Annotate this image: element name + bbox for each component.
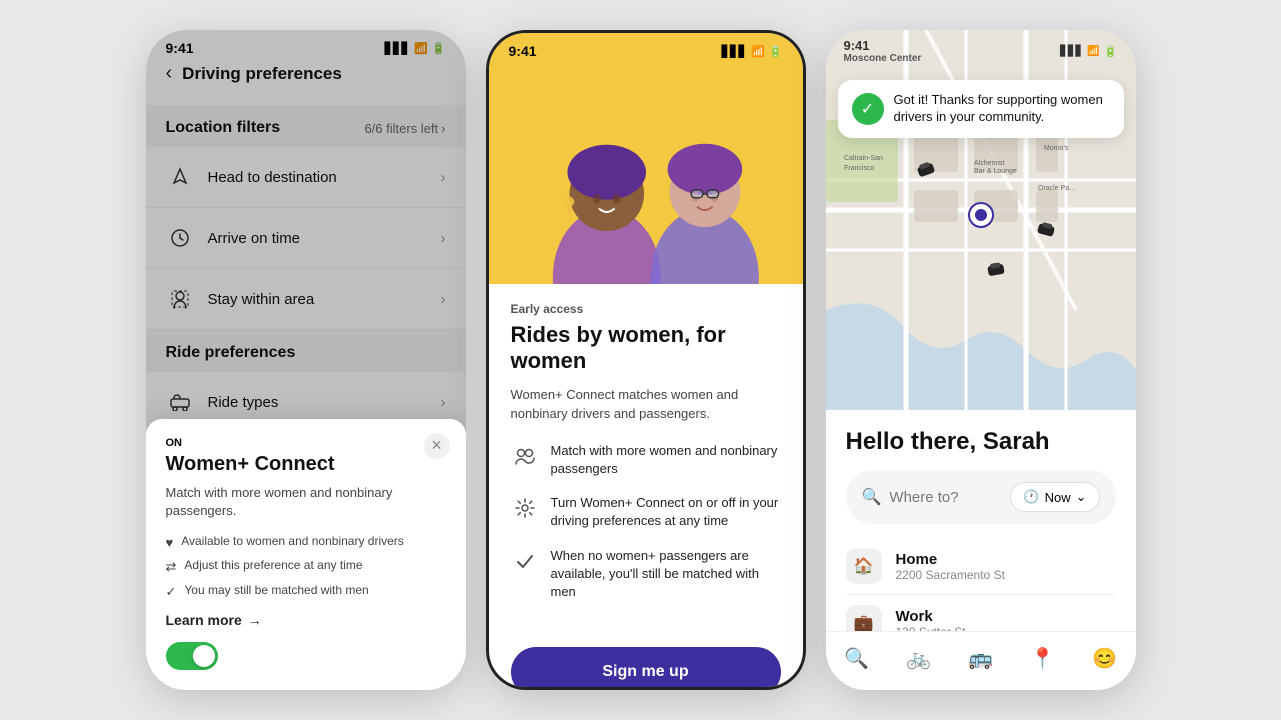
search-placeholder: Where to?	[889, 489, 1002, 506]
map-section: 9:41 Moscone Center ▋▋▋📶🔋	[826, 30, 1136, 410]
check-icon: ✓	[166, 584, 177, 600]
sheet-title: Women+ Connect	[166, 453, 446, 476]
phone-1: 9:41 ▋▋▋📶🔋 ‹ Driving preferences Locatio…	[146, 30, 466, 690]
nav-bike[interactable]: 🚲	[897, 642, 941, 674]
phone-2: 9:41 ▋▋▋📶🔋	[486, 30, 806, 690]
time-label: Now	[1045, 490, 1071, 505]
feature-item-1: Match with more women and nonbinary pass…	[511, 442, 781, 478]
svg-text:Alchemist: Alchemist	[974, 160, 1004, 167]
learn-more-link[interactable]: Learn more →	[166, 612, 446, 628]
phone-3: 9:41 Moscone Center ▋▋▋📶🔋	[826, 30, 1136, 690]
search-icon: 🔍	[862, 487, 882, 507]
toast-text: Got it! Thanks for supporting women driv…	[894, 92, 1110, 126]
greeting: Hello there, Sarah	[846, 428, 1116, 456]
bullet-1: ♥ Available to women and nonbinary drive…	[166, 534, 446, 550]
svg-text:Bar & Lounge: Bar & Lounge	[974, 168, 1017, 175]
women-connect-sheet: × ON Women+ Connect Match with more wome…	[146, 419, 466, 690]
svg-text:Oracle Pa...: Oracle Pa...	[1038, 185, 1075, 192]
feature-content: Early access Rides by women, for women W…	[489, 284, 803, 635]
search-row[interactable]: 🔍 Where to? 🕐 Now ⌄	[846, 470, 1116, 524]
hero-section	[489, 64, 803, 284]
on-label: ON	[166, 437, 446, 449]
bullet-3: ✓ You may still be matched with men	[166, 583, 446, 600]
close-button[interactable]: ×	[424, 433, 450, 459]
success-toast: ✓ Got it! Thanks for supporting women dr…	[838, 80, 1124, 138]
status-icons-3: ▋▋▋📶🔋	[1060, 45, 1117, 58]
bottom-nav: 🔍 🚲 🚌 📍 😊	[826, 631, 1136, 690]
status-time-3: 9:41	[844, 38, 922, 53]
success-icon: ✓	[852, 93, 884, 125]
heart-icon: ♥	[166, 535, 174, 550]
checkmark-icon	[511, 547, 539, 575]
svg-text:Momo's: Momo's	[1044, 145, 1069, 152]
clock-icon: 🕐	[1023, 489, 1039, 505]
toggle-knob	[193, 645, 215, 667]
nav-profile[interactable]: 😊	[1083, 642, 1127, 674]
nav-search[interactable]: 🔍	[835, 642, 879, 674]
feature-item-3: When no women+ passengers are available,…	[511, 547, 781, 602]
sheet-desc: Match with more women and nonbinary pass…	[166, 484, 446, 520]
settings-icon	[511, 494, 539, 522]
sign-me-up-button[interactable]: Sign me up	[511, 647, 781, 690]
status-time-2: 9:41	[509, 43, 537, 59]
status-icons-2: ▋▋▋📶🔋	[722, 45, 783, 58]
dest-name: Home	[896, 551, 1005, 568]
destination-home[interactable]: 🏠 Home 2200 Sacramento St	[846, 538, 1116, 595]
time-pill[interactable]: 🕐 Now ⌄	[1010, 482, 1099, 512]
toggle-row	[166, 642, 446, 670]
feature-title: Rides by women, for women	[511, 322, 781, 375]
adjust-icon: ⇄	[166, 559, 177, 575]
home-icon: 🏠	[846, 548, 882, 584]
feature-text-2: Turn Women+ Connect on or off in your dr…	[551, 494, 781, 530]
match-icon	[511, 442, 539, 470]
svg-text:Francisco: Francisco	[844, 165, 874, 172]
feature-desc: Women+ Connect matches women and nonbina…	[511, 385, 781, 424]
feature-item-2: Turn Women+ Connect on or off in your dr…	[511, 494, 781, 530]
action-buttons: Sign me up No thanks	[489, 635, 803, 690]
dest-address: 2200 Sacramento St	[896, 568, 1005, 582]
women-connect-toggle[interactable]	[166, 642, 218, 670]
feature-text-1: Match with more women and nonbinary pass…	[551, 442, 781, 478]
early-access-label: Early access	[511, 302, 781, 316]
location-label: Moscone Center	[844, 53, 922, 64]
arrow-icon: →	[248, 612, 262, 628]
chevron-down-icon: ⌄	[1076, 489, 1087, 505]
nav-pin[interactable]: 📍	[1021, 642, 1065, 674]
dest-name: Work	[896, 608, 966, 625]
feature-text-3: When no women+ passengers are available,…	[551, 547, 781, 602]
svg-text:Caltrain-San: Caltrain-San	[844, 155, 883, 162]
bullet-2: ⇄ Adjust this preference at any time	[166, 558, 446, 575]
nav-transit[interactable]: 🚌	[959, 642, 1003, 674]
